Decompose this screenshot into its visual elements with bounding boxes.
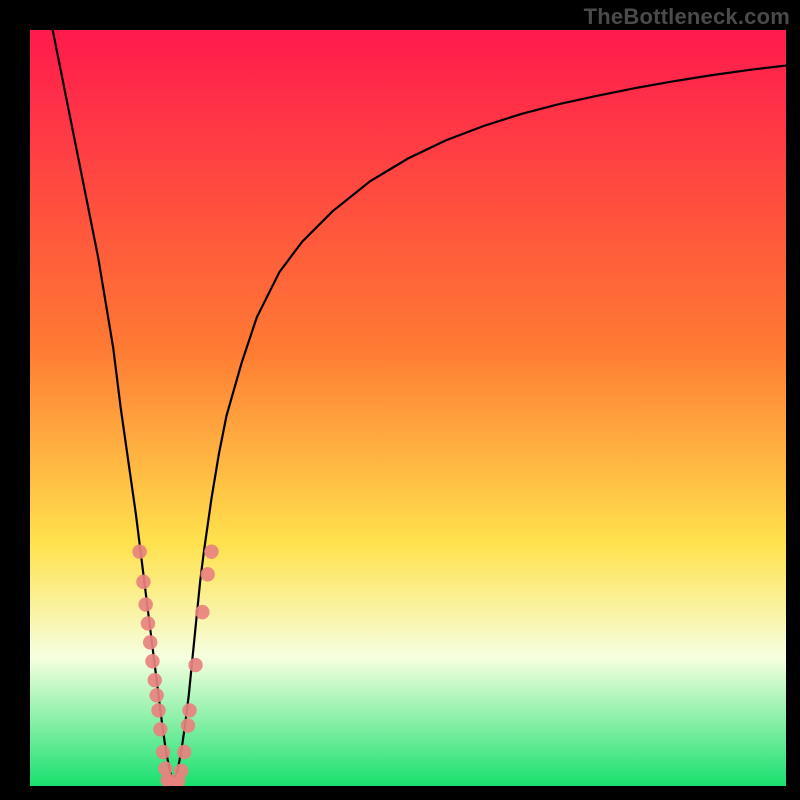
marker-point [174,764,188,778]
marker-point [145,654,159,668]
marker-point [151,703,165,717]
marker-point [156,745,170,759]
marker-point [195,605,209,619]
marker-point [200,567,214,581]
gradient-background [30,30,786,786]
marker-point [181,718,195,732]
marker-point [188,658,202,672]
marker-point [138,597,152,611]
marker-point [204,544,218,558]
plot-area [30,30,786,786]
marker-point [148,673,162,687]
marker-point [132,544,146,558]
chart-frame: TheBottleneck.com [0,0,800,800]
marker-point [182,703,196,717]
marker-point [136,575,150,589]
marker-point [143,635,157,649]
marker-point [141,616,155,630]
attribution-label: TheBottleneck.com [584,4,790,30]
marker-point [149,688,163,702]
marker-point [177,745,191,759]
marker-point [153,722,167,736]
bottleneck-chart [30,30,786,786]
